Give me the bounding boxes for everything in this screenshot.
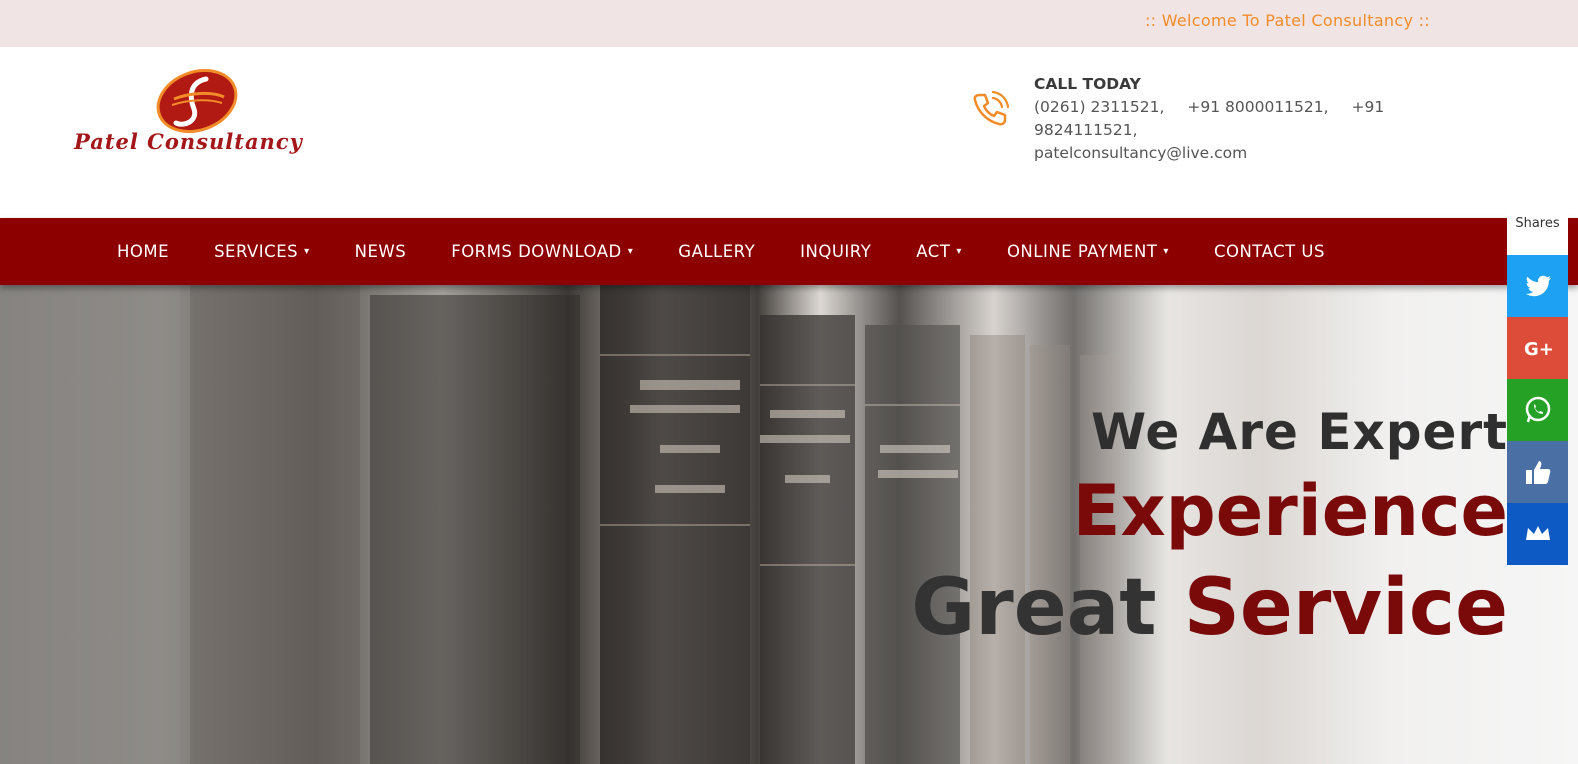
- welcome-text: :: Welcome To Patel Consultancy ::: [1144, 11, 1430, 30]
- phone-number[interactable]: +91 8000011521,: [1187, 98, 1328, 116]
- nav-item-home[interactable]: HOME: [117, 242, 169, 261]
- google-plus-icon: G+: [1524, 339, 1554, 360]
- logo-text: Patel Consultancy: [74, 129, 303, 154]
- phone-number[interactable]: (0261) 2311521,: [1034, 98, 1164, 116]
- contact-email[interactable]: patelconsultancy@live.com: [1034, 142, 1450, 165]
- nav-item-gallery[interactable]: GALLERY: [678, 242, 755, 261]
- caret-down-icon: ▾: [1163, 246, 1169, 257]
- hero-headline-2: Experience: [1072, 470, 1508, 552]
- hero-banner: We Are Expert Experience Great Service: [0, 285, 1578, 764]
- nav-item-act[interactable]: ACT ▾: [916, 242, 962, 261]
- whatsapp-share-button[interactable]: [1507, 379, 1568, 441]
- nav-item-inquiry[interactable]: INQUIRY: [800, 242, 871, 261]
- shares-label: Shares: [1507, 210, 1568, 255]
- call-today-label: CALL TODAY: [1034, 75, 1141, 93]
- hero-headline-3: Great Service: [911, 563, 1508, 653]
- nav-item-news[interactable]: NEWS: [355, 242, 407, 261]
- phone-numbers: (0261) 2311521, +91 8000011521, +91 9824…: [1034, 96, 1450, 142]
- hero-word-service: Service: [1183, 563, 1508, 653]
- twitter-icon: [1525, 275, 1551, 297]
- sumo-share-button[interactable]: [1507, 503, 1568, 565]
- caret-down-icon: ▾: [627, 246, 634, 257]
- nav-item-forms-download[interactable]: FORMS DOWNLOAD ▾: [451, 242, 633, 261]
- social-share-bar: Shares G+: [1507, 210, 1568, 565]
- nav-item-contact-us[interactable]: CONTACT US: [1214, 242, 1325, 261]
- hero-word-great: Great: [911, 563, 1157, 653]
- pc-emblem-icon: [156, 69, 238, 133]
- nav-item-online-payment[interactable]: ONLINE PAYMENT ▾: [1007, 242, 1169, 261]
- phone-icon: [973, 90, 1010, 126]
- svg-text:G+: G+: [1524, 339, 1554, 360]
- crown-icon: [1525, 526, 1550, 540]
- thumbs-up-icon: [1525, 461, 1550, 484]
- like-share-button[interactable]: [1507, 441, 1568, 503]
- nav-item-services[interactable]: SERVICES ▾: [214, 242, 310, 261]
- whatsapp-icon: [1525, 396, 1550, 423]
- hero-headline-1: We Are Expert: [1090, 403, 1508, 461]
- twitter-share-button[interactable]: [1507, 255, 1568, 317]
- caret-down-icon: ▾: [304, 246, 310, 257]
- top-bar: :: Welcome To Patel Consultancy ::: [0, 0, 1578, 47]
- main-nav: HOME SERVICES ▾ NEWS FORMS DOWNLOAD ▾ GALL…: [0, 218, 1578, 285]
- caret-down-icon: ▾: [956, 246, 962, 257]
- header: Patel Consultancy CALL TODAY (0261) 2311…: [0, 47, 1578, 218]
- site-logo[interactable]: Patel Consultancy: [74, 69, 304, 161]
- google-plus-share-button[interactable]: G+: [1507, 317, 1568, 379]
